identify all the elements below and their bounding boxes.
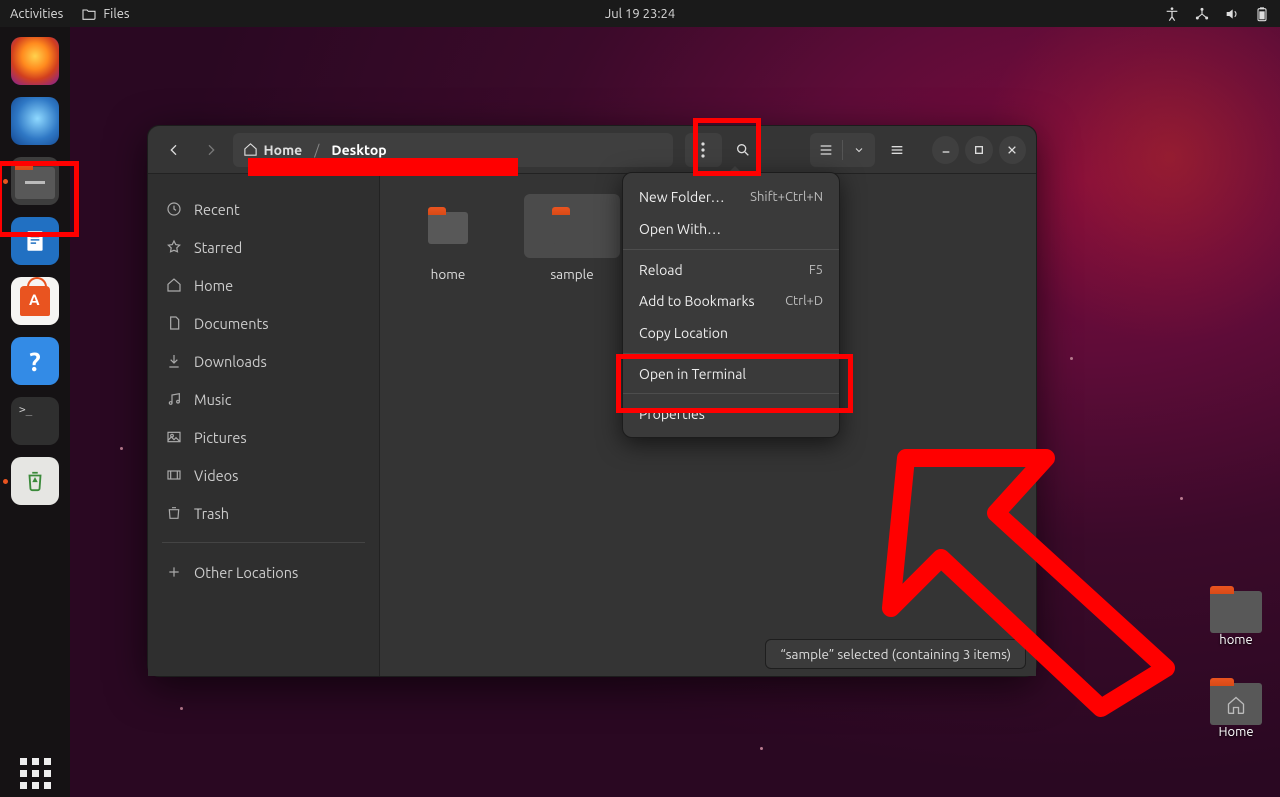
document-icon (166, 315, 182, 331)
trash-icon (166, 505, 182, 521)
dock-help[interactable]: ? (11, 337, 59, 385)
menu-open-terminal[interactable]: Open in Terminal (623, 353, 839, 389)
home-icon (166, 277, 182, 293)
search-button[interactable] (728, 134, 759, 166)
file-label: sample (550, 266, 593, 282)
activities-button[interactable]: Activities (10, 7, 63, 21)
desktop-icon-label: Home (1218, 725, 1253, 739)
dock-thunderbird[interactable] (11, 97, 59, 145)
kebab-icon (701, 142, 705, 158)
menu-new-folder[interactable]: New Folder… Shift+Ctrl+N (623, 181, 839, 213)
dock-software[interactable] (11, 277, 59, 325)
close-button[interactable] (999, 136, 1026, 164)
more-options-button[interactable] (685, 133, 722, 167)
sidebar-item-downloads[interactable]: Downloads (158, 342, 369, 380)
forward-button[interactable] (195, 134, 226, 166)
video-icon (166, 467, 182, 483)
network-icon[interactable] (1194, 6, 1210, 22)
app-menu[interactable]: Files (81, 6, 129, 22)
dock-files[interactable] (11, 157, 59, 205)
breadcrumb-current[interactable]: Desktop (331, 142, 386, 158)
sidebar-item-trash[interactable]: Trash (158, 494, 369, 532)
dock: ? >_ (0, 27, 70, 797)
desktop-folder-home-link[interactable]: home (1210, 587, 1262, 647)
desktop-folder-home[interactable]: Home (1210, 679, 1262, 739)
folder-icon (81, 6, 97, 22)
view-options-button[interactable] (843, 133, 875, 167)
clock[interactable]: Jul 19 23:24 (605, 7, 675, 21)
back-button[interactable] (158, 134, 189, 166)
file-label: home (431, 266, 466, 282)
sidebar-item-music[interactable]: Music (158, 380, 369, 418)
sidebar-item-recent[interactable]: Recent (158, 190, 369, 228)
sidebar-item-videos[interactable]: Videos (158, 456, 369, 494)
sidebar-item-pictures[interactable]: Pictures (158, 418, 369, 456)
download-icon (166, 353, 182, 369)
files-window: Home / Desktop Recent Starred Home Docum… (147, 125, 1037, 677)
list-view-button[interactable] (810, 133, 842, 167)
top-bar: Activities Files Jul 19 23:24 (0, 0, 1280, 27)
view-switcher[interactable] (810, 133, 875, 167)
home-icon (243, 142, 258, 157)
dock-terminal[interactable]: >_ (11, 397, 59, 445)
picture-icon (166, 429, 182, 445)
battery-icon[interactable] (1254, 6, 1270, 22)
titlebar: Home / Desktop (148, 126, 1036, 174)
more-options-menu: New Folder… Shift+Ctrl+N Open With… Relo… (622, 172, 840, 438)
dock-writer[interactable] (11, 217, 59, 265)
music-icon (166, 391, 182, 407)
menu-add-bookmark[interactable]: Add to Bookmarks Ctrl+D (623, 285, 839, 317)
folder-sample[interactable]: sample (524, 194, 620, 282)
dock-firefox[interactable] (11, 37, 59, 85)
menu-reload[interactable]: Reload F5 (623, 249, 839, 285)
hamburger-menu-button[interactable] (881, 134, 912, 166)
sidebar-item-documents[interactable]: Documents (158, 304, 369, 342)
star-icon (166, 239, 182, 255)
menu-open-with[interactable]: Open With… (623, 213, 839, 245)
menu-copy-location[interactable]: Copy Location (623, 317, 839, 349)
volume-icon[interactable] (1224, 6, 1240, 22)
sidebar: Recent Starred Home Documents Downloads … (148, 174, 380, 676)
sidebar-item-other-locations[interactable]: Other Locations (158, 553, 369, 591)
sidebar-item-home[interactable]: Home (158, 266, 369, 304)
status-bar: “sample” selected (containing 3 items) (765, 639, 1026, 669)
path-bar[interactable]: Home / Desktop (233, 133, 673, 167)
dock-show-applications[interactable] (11, 749, 59, 797)
folder-home[interactable]: home (400, 194, 496, 282)
maximize-button[interactable] (965, 136, 992, 164)
menu-properties[interactable]: Properties (623, 393, 839, 429)
desktop-icon-label: home (1219, 633, 1252, 647)
dock-trash[interactable] (11, 457, 59, 505)
clock-icon (166, 201, 182, 217)
accessibility-icon[interactable] (1164, 6, 1180, 22)
minimize-button[interactable] (932, 136, 959, 164)
breadcrumb-home[interactable]: Home (243, 142, 303, 158)
plus-icon (166, 564, 182, 580)
sidebar-item-starred[interactable]: Starred (158, 228, 369, 266)
